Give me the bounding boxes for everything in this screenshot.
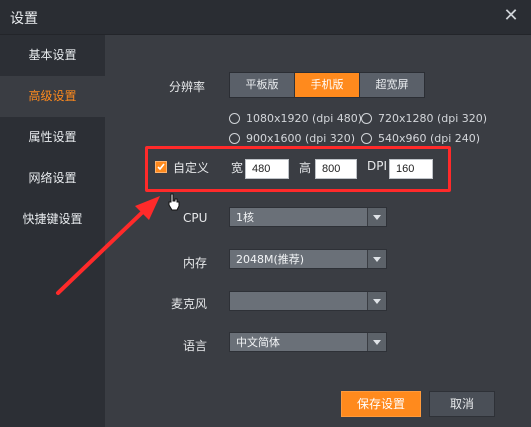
settings-panel: 分辨率 平板版 手机版 超宽屏 1080x1920 (dpi 480) 720x… xyxy=(105,35,531,427)
height-input[interactable] xyxy=(315,159,357,179)
sidebar-item-basic[interactable]: 基本设置 xyxy=(0,35,105,76)
cancel-button[interactable]: 取消 xyxy=(429,391,495,417)
language-label: 语言 xyxy=(183,339,208,353)
close-icon[interactable]: ✕ xyxy=(501,6,521,26)
width-label: 宽 xyxy=(231,161,244,175)
language-value: 中文简体 xyxy=(236,336,280,349)
resolution-label: 分辨率 xyxy=(169,80,206,94)
check-icon xyxy=(157,163,165,171)
sidebar-item-network[interactable]: 网络设置 xyxy=(0,158,105,199)
hand-cursor-icon xyxy=(168,193,180,211)
preset-540-label: 540x960 (dpi 240) xyxy=(378,132,481,145)
radio-icon[interactable] xyxy=(361,113,372,124)
radio-icon[interactable] xyxy=(361,133,372,144)
sidebar-item-advanced[interactable]: 高级设置 xyxy=(0,76,105,117)
mode-tablet-button[interactable]: 平板版 xyxy=(230,73,295,97)
mic-label: 麦克风 xyxy=(171,297,208,311)
window-title: 设置 xyxy=(10,11,38,27)
sidebar-item-properties[interactable]: 属性设置 xyxy=(0,117,105,158)
sidebar-item-shortcuts[interactable]: 快捷键设置 xyxy=(0,199,105,240)
memory-select[interactable]: 2048M(推荐) xyxy=(229,249,387,269)
custom-checkbox[interactable] xyxy=(155,161,167,173)
width-input[interactable] xyxy=(245,159,289,179)
mode-ultrawide-button[interactable]: 超宽屏 xyxy=(360,73,424,97)
save-button[interactable]: 保存设置 xyxy=(341,391,421,417)
height-label: 高 xyxy=(299,161,312,175)
resolution-mode-segment: 平板版 手机版 超宽屏 xyxy=(229,72,425,98)
language-select[interactable]: 中文简体 xyxy=(229,332,387,352)
dpi-label: DPI xyxy=(367,159,388,173)
dpi-input[interactable] xyxy=(389,159,433,179)
chevron-down-icon[interactable] xyxy=(367,333,386,351)
chevron-down-icon[interactable] xyxy=(367,292,386,310)
mode-phone-button[interactable]: 手机版 xyxy=(295,73,360,97)
chevron-down-icon[interactable] xyxy=(367,208,386,226)
mic-select[interactable] xyxy=(229,291,387,311)
custom-label: 自定义 xyxy=(173,161,210,175)
radio-icon[interactable] xyxy=(229,113,240,124)
memory-label: 内存 xyxy=(183,256,208,270)
sidebar: 基本设置 高级设置 属性设置 网络设置 快捷键设置 xyxy=(0,35,105,427)
preset-720-label: 720x1280 (dpi 320) xyxy=(378,112,488,125)
title-bar: 设置 ✕ xyxy=(0,0,531,35)
radio-icon[interactable] xyxy=(229,133,240,144)
preset-1080-radio[interactable]: 1080x1920 (dpi 480) xyxy=(229,112,362,125)
cpu-value: 1核 xyxy=(236,211,254,224)
preset-900-radio[interactable]: 900x1600 (dpi 320) xyxy=(229,132,355,145)
cpu-label: CPU xyxy=(183,211,208,225)
preset-540-radio[interactable]: 540x960 (dpi 240) xyxy=(361,132,480,145)
cpu-select[interactable]: 1核 xyxy=(229,207,387,227)
preset-1080-label: 1080x1920 (dpi 480) xyxy=(246,112,363,125)
chevron-down-icon[interactable] xyxy=(367,250,386,268)
preset-720-radio[interactable]: 720x1280 (dpi 320) xyxy=(361,112,487,125)
memory-value: 2048M(推荐) xyxy=(236,253,305,266)
preset-900-label: 900x1600 (dpi 320) xyxy=(246,132,356,145)
